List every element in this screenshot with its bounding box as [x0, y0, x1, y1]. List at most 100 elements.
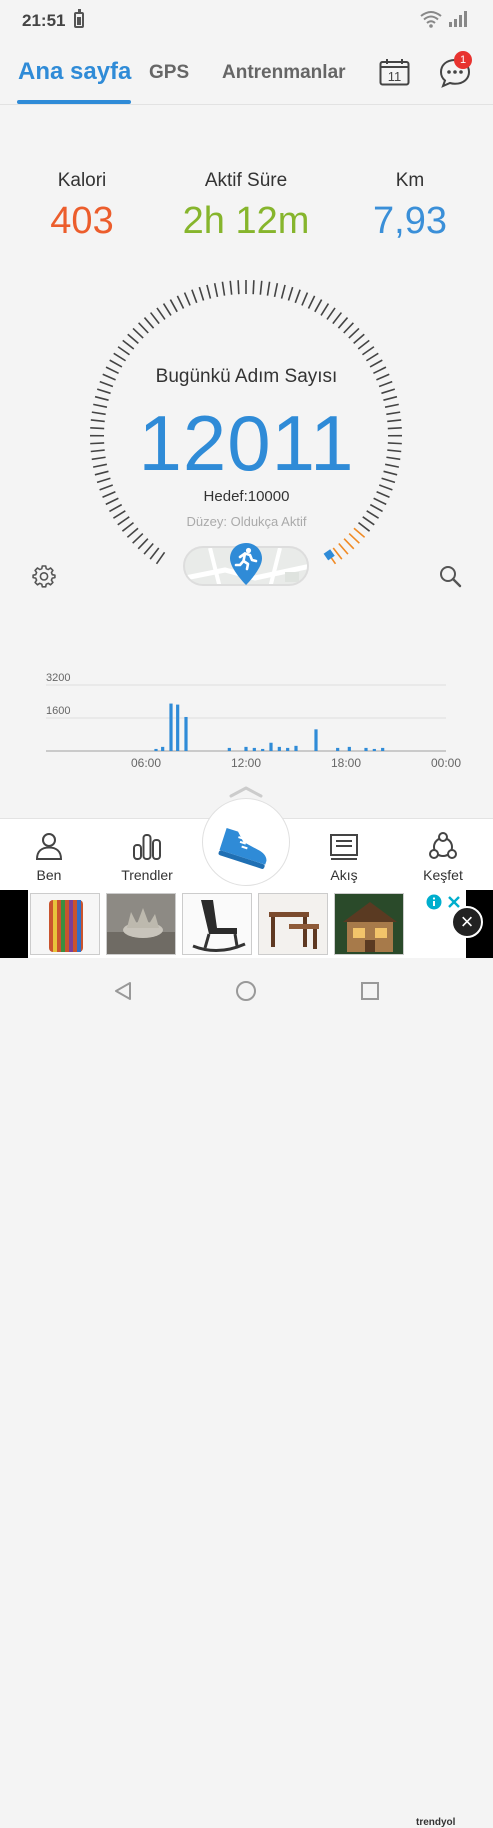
nav-label-me: Ben	[14, 867, 84, 883]
gauge-tick	[308, 296, 314, 309]
active-time-value: 2h 12m	[165, 200, 327, 243]
gauge-tick	[139, 323, 149, 333]
back-icon[interactable]	[112, 980, 134, 1002]
tab-trainings[interactable]: Antrenmanlar	[222, 62, 346, 84]
system-nav-bar	[0, 958, 493, 1024]
nav-item-feed[interactable]: Akış	[309, 819, 379, 891]
gauge-tick	[381, 389, 394, 393]
gauge-tick	[344, 323, 354, 333]
gauge-tick	[177, 296, 183, 309]
gauge-tick	[288, 287, 292, 300]
gauge-tick	[344, 539, 354, 549]
chart-bar	[169, 704, 172, 751]
status-bar: 21:51	[0, 0, 493, 40]
nav-item-discover[interactable]: Keşfet	[408, 819, 478, 891]
gauge-tick	[275, 283, 278, 297]
nav-item-me[interactable]: Ben	[14, 819, 84, 891]
tab-home[interactable]: Ana sayfa	[18, 58, 131, 86]
gauge-tick	[157, 552, 165, 563]
gauge-tick	[128, 334, 139, 343]
gauge-tick	[327, 308, 335, 319]
chart-bar	[269, 743, 272, 751]
chart-x-tick-label: 12:00	[231, 756, 261, 770]
hourly-steps-chart: 3200 1600 06:00 12:00 18:00 00:00	[0, 640, 493, 780]
gauge-tick	[260, 281, 261, 295]
gauge-tick	[339, 543, 348, 554]
gauge-tick	[333, 548, 342, 559]
chart-x-tick-label: 06:00	[131, 756, 161, 770]
gauge-tick	[207, 285, 211, 299]
chart-x-tick-label: 00:00	[431, 756, 461, 770]
chart-bar	[244, 747, 247, 751]
nav-label-discover: Keşfet	[408, 867, 478, 883]
chevron-up-icon[interactable]	[228, 784, 264, 798]
gauge-tick	[215, 283, 218, 297]
gauge-tick	[267, 282, 269, 296]
ad-product-basket[interactable]	[30, 893, 100, 955]
ad-banner[interactable]: trendyol	[0, 890, 493, 958]
gear-icon[interactable]	[32, 564, 56, 588]
gauge-tick	[114, 353, 126, 360]
gauge-tick	[338, 318, 347, 329]
message-badge: 1	[454, 51, 472, 69]
ad-brand-logo: trendyol	[416, 1817, 455, 1828]
chart-bar	[253, 748, 256, 751]
chart-bar	[278, 747, 281, 751]
chart-y-tick-label: 1600	[46, 705, 70, 717]
calendar-icon[interactable]: 11	[379, 58, 410, 86]
search-icon[interactable]	[438, 564, 462, 588]
gauge-tick	[321, 304, 328, 316]
ad-product-planter[interactable]	[106, 893, 176, 955]
ad-product-dollhouse[interactable]	[334, 893, 404, 955]
chart-y-tick-label: 3200	[46, 672, 70, 684]
chart-bar	[176, 705, 179, 751]
chart-bar	[261, 749, 264, 751]
gauge-tick	[315, 300, 322, 312]
ad-content[interactable]	[28, 890, 466, 958]
start-workout-button[interactable]	[202, 798, 290, 886]
ad-product-nesting-tables[interactable]	[258, 893, 328, 955]
gauge-tick	[164, 304, 171, 316]
calories-label: Kalori	[40, 170, 124, 192]
steps-title: Bugünkü Adım Sayısı	[100, 366, 393, 388]
recents-icon[interactable]	[359, 980, 381, 1002]
nav-item-trends[interactable]: Trendler	[112, 819, 182, 891]
home-icon[interactable]	[235, 980, 257, 1002]
discover-icon	[427, 831, 459, 863]
gauge-tick	[138, 539, 148, 549]
gauge-tick	[302, 293, 308, 306]
gauge-tick	[349, 328, 359, 338]
step-target: Hedef:10000	[100, 488, 393, 505]
gauge-tick	[157, 308, 165, 319]
gauge-tick	[127, 528, 138, 537]
calendar-day: 11	[388, 69, 402, 84]
gauge-tick	[109, 505, 121, 512]
gauge-tick	[358, 340, 369, 349]
chart-bar	[294, 746, 297, 751]
gauge-tick	[97, 389, 110, 393]
gauge-tick	[362, 347, 373, 355]
chart-bar	[348, 747, 351, 751]
gauge-tick	[354, 528, 365, 537]
ad-product-rocking-chair[interactable]	[182, 893, 252, 955]
chart-bar	[336, 748, 339, 751]
gauge-tick	[253, 280, 254, 294]
tab-gps[interactable]: GPS	[149, 62, 189, 84]
gauge-tick	[150, 548, 159, 559]
gauge-tick	[349, 534, 359, 544]
person-icon	[34, 831, 64, 861]
running-pin-icon[interactable]	[228, 541, 264, 587]
active-tab-indicator	[17, 100, 131, 104]
gauge-tick	[282, 285, 286, 299]
battery-icon	[74, 12, 84, 28]
gauge-progress-marker	[324, 549, 335, 560]
ad-info-icon[interactable]	[426, 894, 442, 910]
running-shoe-icon	[203, 799, 291, 887]
gauge-tick	[222, 282, 224, 296]
chart-x-tick-label: 18:00	[331, 756, 361, 770]
feed-icon	[329, 831, 359, 861]
close-ad-button[interactable]: ×	[451, 906, 483, 938]
gauge-tick	[366, 353, 378, 360]
chart-bar	[154, 749, 157, 751]
gauge-tick	[133, 328, 143, 338]
